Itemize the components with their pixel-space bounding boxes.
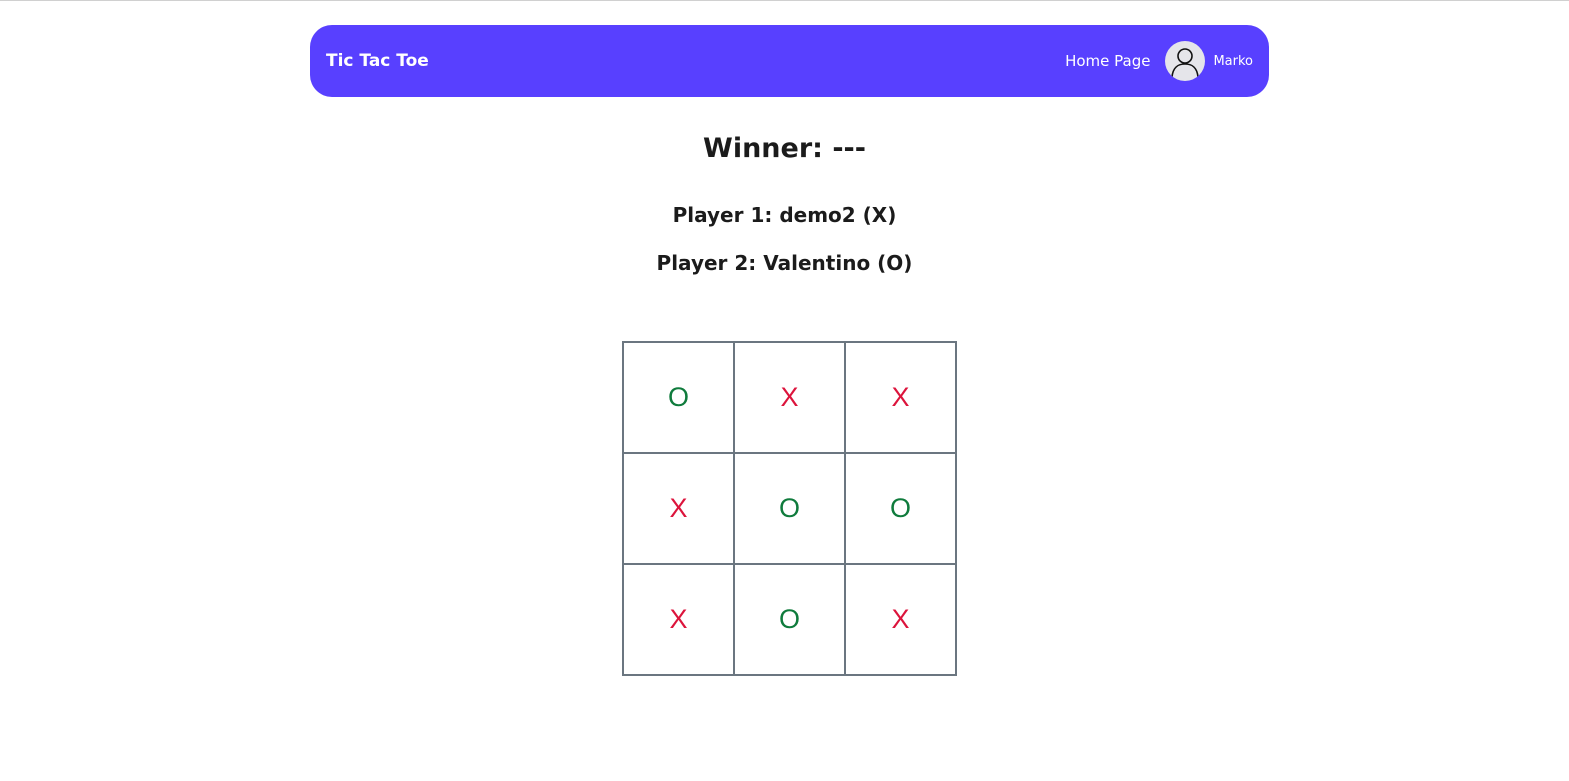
board-cell[interactable]: X [623,453,734,564]
home-page-link[interactable]: Home Page [1065,52,1150,70]
board-cell[interactable]: X [845,564,956,675]
board-cell[interactable]: O [845,453,956,564]
user-avatar-icon[interactable] [1165,41,1206,81]
brand-link[interactable]: Tic Tac Toe [326,51,429,71]
board-cell[interactable]: X [734,342,845,453]
top-divider [0,0,1569,1]
username-label[interactable]: Marko [1213,54,1253,69]
navbar: Tic Tac Toe Home Page Marko [310,25,1269,97]
board-cell[interactable]: O [734,564,845,675]
board-cell[interactable]: X [845,342,956,453]
board-cell[interactable]: O [734,453,845,564]
navbar-right: Home Page Marko [1065,41,1253,81]
player-1-label: Player 1: demo2 (X) [672,203,897,227]
board-cell[interactable]: O [623,342,734,453]
board-cell[interactable]: X [623,564,734,675]
player-2-label: Player 2: Valentino (O) [656,251,913,275]
game-board: O X X X O O X O X [622,341,957,676]
winner-heading: Winner: --- [703,133,866,164]
